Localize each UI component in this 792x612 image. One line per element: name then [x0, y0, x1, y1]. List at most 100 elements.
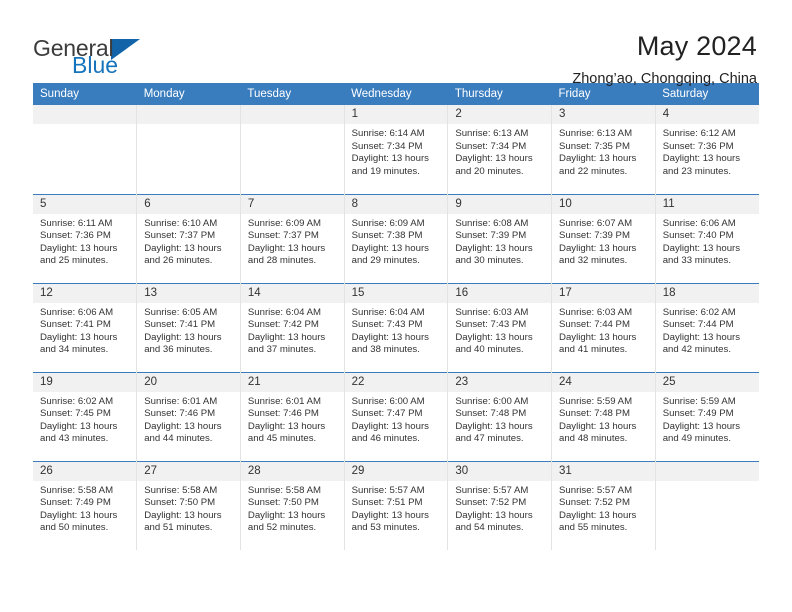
- day-number: 1: [344, 105, 448, 124]
- sunrise-time: Sunrise: 6:01 AM: [144, 395, 218, 407]
- sunrise-time: Sunrise: 6:07 AM: [559, 217, 633, 229]
- day-cell-content: 15 Sunrise: 6:04 AM Sunset: 7:43 PM Dayligh…: [344, 283, 448, 372]
- daylight-duration-line1: Daylight: 13 hours: [247, 509, 326, 521]
- sunset-time: Sunset: 7:40 PM: [662, 230, 734, 242]
- sunrise-time: Sunrise: 5:57 AM: [559, 484, 633, 496]
- calendar-day-cell[interactable]: 6 Sunrise: 6:10 AM Sunset: 7:37 PM Daylight…: [136, 193, 241, 283]
- day-sun-info: Sunrise: 6:09 AM Sunset: 7:37 PM Daylight:…: [241, 214, 344, 268]
- day-number: 16: [448, 283, 552, 303]
- day-sun-info: Sunrise: 5:59 AM Sunset: 7:49 PM Daylight:…: [656, 392, 759, 446]
- day-sun-info: Sunrise: 6:00 AM Sunset: 7:48 PM Daylight:…: [448, 392, 551, 446]
- calendar-day-cell[interactable]: 14 Sunrise: 6:04 AM Sunset: 7:42 PM Dayligh…: [239, 282, 345, 372]
- sunrise-time: Sunrise: 5:58 AM: [247, 484, 321, 496]
- calendar-day-cell[interactable]: 31 Sunrise: 5:57 AM Sunset: 7:52 PM Dayligh…: [551, 460, 656, 551]
- calendar-day-cell[interactable]: 2 Sunrise: 6:13 AM Sunset: 7:34 PM Daylight…: [447, 105, 552, 194]
- calendar-day-cell: [33, 105, 137, 194]
- sunrise-time: Sunrise: 5:58 AM: [40, 484, 114, 496]
- day-cell-content: 6 Sunrise: 6:10 AM Sunset: 7:37 PM Daylight…: [137, 194, 240, 283]
- calendar-day-cell: [239, 105, 345, 194]
- calendar-day-cell[interactable]: 16 Sunrise: 6:03 AM Sunset: 7:43 PM Dayligh…: [447, 282, 552, 372]
- daylight-duration-line1: Daylight: 13 hours: [559, 420, 637, 432]
- daylight-duration-line1: Daylight: 13 hours: [247, 242, 326, 254]
- day-number: 18: [655, 283, 759, 303]
- day-cell-content: 17 Sunrise: 6:03 AM Sunset: 7:44 PM Dayligh…: [552, 283, 655, 372]
- day-sun-info: Sunrise: 6:03 AM Sunset: 7:43 PM Daylight:…: [448, 303, 551, 357]
- calendar-day-cell[interactable]: 27 Sunrise: 5:58 AM Sunset: 7:50 PM Dayligh…: [136, 460, 241, 550]
- daylight-duration-line2: and 53 minutes.: [351, 522, 420, 534]
- day-cell-content: 12 Sunrise: 6:06 AM Sunset: 7:41 PM Dayligh…: [33, 283, 137, 372]
- sunset-time: Sunset: 7:36 PM: [40, 230, 111, 242]
- calendar-day-cell[interactable]: 29 Sunrise: 5:57 AM Sunset: 7:51 PM Dayligh…: [343, 460, 448, 551]
- calendar-table: Sunday Monday Tuesday Wednesday Thursday…: [33, 83, 759, 550]
- calendar-day-cell[interactable]: 4 Sunrise: 6:12 AM Sunset: 7:36 PM Daylight…: [654, 105, 759, 194]
- daylight-duration-line2: and 40 minutes.: [455, 344, 524, 356]
- calendar-day-cell[interactable]: 24 Sunrise: 5:59 AM Sunset: 7:48 PM Dayligh…: [551, 371, 656, 461]
- day-sun-info: Sunrise: 6:06 AM Sunset: 7:40 PM Daylight:…: [656, 214, 759, 268]
- calendar-day-cell[interactable]: 18 Sunrise: 6:02 AM Sunset: 7:44 PM Dayligh…: [654, 282, 759, 372]
- calendar-day-cell[interactable]: 15 Sunrise: 6:04 AM Sunset: 7:43 PM Dayligh…: [343, 282, 448, 372]
- daylight-duration-line1: Daylight: 13 hours: [662, 420, 741, 432]
- day-cell-content: 1 Sunrise: 6:14 AM Sunset: 7:34 PM Daylight…: [344, 105, 448, 194]
- calendar-day-cell[interactable]: 19 Sunrise: 6:02 AM Sunset: 7:45 PM Dayligh…: [33, 371, 137, 461]
- daylight-duration-line2: and 47 minutes.: [455, 433, 524, 445]
- day-number: 11: [655, 194, 759, 214]
- day-cell-content: 29 Sunrise: 5:57 AM Sunset: 7:51 PM Dayligh…: [344, 461, 448, 551]
- calendar-day-cell[interactable]: 22 Sunrise: 6:00 AM Sunset: 7:47 PM Dayligh…: [343, 371, 448, 461]
- calendar-day-cell[interactable]: 11 Sunrise: 6:06 AM Sunset: 7:40 PM Dayligh…: [654, 193, 759, 283]
- day-sun-info: Sunrise: 6:10 AM Sunset: 7:37 PM Daylight:…: [137, 214, 240, 268]
- calendar-day-cell[interactable]: 12 Sunrise: 6:06 AM Sunset: 7:41 PM Dayligh…: [33, 282, 137, 372]
- day-number: 3: [552, 105, 655, 124]
- calendar-day-cell[interactable]: 20 Sunrise: 6:01 AM Sunset: 7:46 PM Dayligh…: [136, 371, 241, 461]
- calendar-day-cell[interactable]: 21 Sunrise: 6:01 AM Sunset: 7:46 PM Dayligh…: [239, 371, 345, 461]
- calendar-day-cell[interactable]: 25 Sunrise: 5:59 AM Sunset: 7:49 PM Dayligh…: [654, 371, 759, 461]
- sunset-time: Sunset: 7:49 PM: [40, 497, 111, 509]
- calendar-day-cell[interactable]: 1 Sunrise: 6:14 AM Sunset: 7:34 PM Daylight…: [343, 105, 448, 194]
- day-cell-content: 8 Sunrise: 6:09 AM Sunset: 7:38 PM Daylight…: [344, 194, 448, 283]
- daylight-duration-line1: Daylight: 13 hours: [351, 509, 429, 521]
- sunset-time: Sunset: 7:43 PM: [455, 319, 527, 331]
- sunrise-time: Sunrise: 5:57 AM: [351, 484, 425, 496]
- daylight-duration-line2: and 23 minutes.: [662, 165, 731, 177]
- daylight-duration-line2: and 46 minutes.: [351, 433, 420, 445]
- calendar-day-cell[interactable]: 13 Sunrise: 6:05 AM Sunset: 7:41 PM Dayligh…: [136, 282, 241, 372]
- sunrise-time: Sunrise: 6:04 AM: [247, 306, 321, 318]
- daylight-duration-line2: and 41 minutes.: [559, 344, 628, 356]
- calendar-day-cell[interactable]: 9 Sunrise: 6:08 AM Sunset: 7:39 PM Daylight…: [447, 193, 552, 283]
- day-cell-content: [137, 105, 240, 194]
- calendar-day-cell[interactable]: 8 Sunrise: 6:09 AM Sunset: 7:38 PM Daylight…: [343, 193, 448, 283]
- calendar-day-cell[interactable]: 17 Sunrise: 6:03 AM Sunset: 7:44 PM Dayligh…: [551, 282, 656, 372]
- day-cell-content: 21 Sunrise: 6:01 AM Sunset: 7:46 PM Dayligh…: [240, 372, 344, 461]
- daylight-duration-line1: Daylight: 13 hours: [40, 420, 118, 432]
- calendar-day-cell[interactable]: 23 Sunrise: 6:00 AM Sunset: 7:48 PM Dayligh…: [447, 371, 552, 461]
- general-blue-logo[interactable]: General Blue: [33, 30, 141, 77]
- daylight-duration-line1: Daylight: 13 hours: [144, 420, 222, 432]
- day-number: 25: [655, 372, 759, 392]
- day-sun-info: Sunrise: 6:02 AM Sunset: 7:44 PM Daylight:…: [656, 303, 759, 357]
- day-cell-content: 7 Sunrise: 6:09 AM Sunset: 7:37 PM Daylight…: [240, 194, 344, 283]
- calendar-day-cell[interactable]: 3 Sunrise: 6:13 AM Sunset: 7:35 PM Daylight…: [551, 105, 656, 194]
- sunrise-time: Sunrise: 6:04 AM: [351, 306, 425, 318]
- sunset-time: Sunset: 7:36 PM: [662, 140, 734, 152]
- day-number: 9: [448, 194, 552, 214]
- day-sun-info: Sunrise: 6:07 AM Sunset: 7:39 PM Daylight:…: [552, 214, 655, 268]
- day-number: 15: [344, 283, 448, 303]
- calendar-day-cell[interactable]: 26 Sunrise: 5:58 AM Sunset: 7:49 PM Dayligh…: [33, 460, 137, 550]
- calendar-day-cell[interactable]: 10 Sunrise: 6:07 AM Sunset: 7:39 PM Dayligh…: [551, 193, 656, 283]
- day-number: 29: [344, 461, 448, 481]
- sunrise-time: Sunrise: 5:59 AM: [662, 395, 736, 407]
- sunset-time: Sunset: 7:44 PM: [662, 319, 734, 331]
- daylight-duration-line2: and 54 minutes.: [455, 522, 524, 534]
- calendar-day-cell: [136, 105, 241, 194]
- calendar-day-cell[interactable]: 28 Sunrise: 5:58 AM Sunset: 7:50 PM Dayligh…: [239, 460, 345, 550]
- day-number: 19: [33, 372, 137, 392]
- calendar-day-cell[interactable]: 7 Sunrise: 6:09 AM Sunset: 7:37 PM Daylight…: [239, 193, 345, 283]
- calendar-day-cell[interactable]: 5 Sunrise: 6:11 AM Sunset: 7:36 PM Daylight…: [33, 193, 137, 283]
- sunrise-time: Sunrise: 6:06 AM: [662, 217, 736, 229]
- calendar-day-cell[interactable]: 30 Sunrise: 5:57 AM Sunset: 7:52 PM Dayligh…: [447, 460, 552, 550]
- sunset-time: Sunset: 7:45 PM: [40, 408, 111, 420]
- day-cell-content: 14 Sunrise: 6:04 AM Sunset: 7:42 PM Dayligh…: [240, 283, 344, 372]
- day-number: 2: [448, 105, 552, 124]
- day-cell-content: 31 Sunrise: 5:57 AM Sunset: 7:52 PM Dayligh…: [552, 461, 655, 551]
- day-cell-content: 24 Sunrise: 5:59 AM Sunset: 7:48 PM Dayligh…: [552, 372, 655, 461]
- daylight-duration-line2: and 19 minutes.: [351, 165, 420, 177]
